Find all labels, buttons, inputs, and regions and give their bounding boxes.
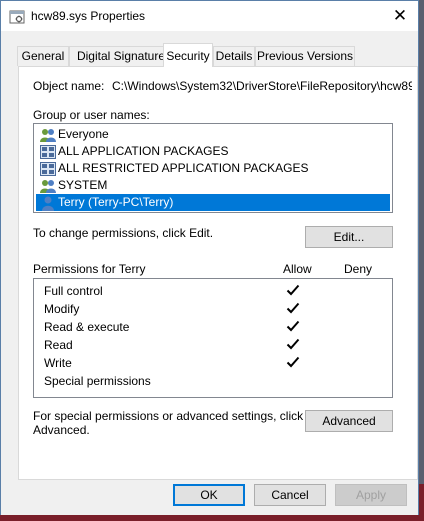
users-icon bbox=[40, 180, 56, 193]
list-item[interactable]: ALL RESTRICTED APPLICATION PACKAGES bbox=[36, 160, 390, 177]
window-title: hcw89.sys Properties bbox=[31, 9, 146, 23]
list-item[interactable]: Everyone bbox=[36, 126, 390, 143]
group-name: SYSTEM bbox=[58, 178, 108, 192]
group-name: Terry (Terry-PC\Terry) bbox=[58, 195, 174, 209]
users-icon bbox=[40, 129, 56, 142]
advanced-info-line1: For special permissions or advanced sett… bbox=[33, 409, 304, 423]
permission-name: Read & execute bbox=[44, 320, 130, 334]
object-name-value: C:\Windows\System32\DriverStore\FileRepo… bbox=[112, 79, 412, 93]
permission-row: Write bbox=[34, 354, 388, 372]
group-name: ALL RESTRICTED APPLICATION PACKAGES bbox=[58, 161, 309, 175]
apply-button[interactable]: Apply bbox=[335, 484, 407, 506]
properties-dialog: hcw89.sys Properties ✕ General Digital S… bbox=[0, 0, 419, 515]
permission-name: Write bbox=[44, 356, 72, 370]
allow-header: Allow bbox=[283, 262, 312, 276]
tab-previous-versions[interactable]: Previous Versions bbox=[255, 46, 355, 66]
list-item-selected[interactable]: Terry (Terry-PC\Terry) bbox=[36, 194, 390, 211]
list-item[interactable]: SYSTEM bbox=[36, 177, 390, 194]
permission-name: Modify bbox=[44, 302, 80, 316]
allow-check-icon bbox=[286, 320, 300, 332]
advanced-button[interactable]: Advanced bbox=[305, 410, 393, 432]
title-bar[interactable]: hcw89.sys Properties ✕ bbox=[1, 1, 418, 31]
permission-row: Modify bbox=[34, 300, 388, 318]
edit-button[interactable]: Edit... bbox=[305, 226, 393, 248]
close-button[interactable]: ✕ bbox=[385, 5, 415, 27]
allow-check-icon bbox=[286, 356, 300, 368]
close-icon: ✕ bbox=[392, 6, 408, 26]
packages-icon bbox=[40, 162, 56, 176]
dialog-button-bar: OK Cancel Apply bbox=[1, 480, 418, 515]
deny-header: Deny bbox=[344, 262, 373, 276]
group-name: Everyone bbox=[58, 127, 109, 141]
allow-check-icon bbox=[286, 302, 300, 314]
permissions-for-label: Permissions for Terry bbox=[33, 262, 146, 276]
permission-name: Full control bbox=[44, 284, 103, 298]
advanced-info-line2: Advanced. bbox=[33, 423, 90, 437]
list-item[interactable]: ALL APPLICATION PACKAGES bbox=[36, 143, 390, 160]
change-permissions-text: To change permissions, click Edit. bbox=[33, 226, 214, 240]
permission-name: Special permissions bbox=[44, 374, 151, 388]
group-name: ALL APPLICATION PACKAGES bbox=[58, 144, 229, 158]
file-icon bbox=[9, 10, 25, 24]
user-icon bbox=[42, 196, 54, 211]
security-panel: Object name: C:\Windows\System32\DriverS… bbox=[18, 66, 418, 480]
tab-general[interactable]: General bbox=[17, 46, 69, 66]
permissions-list[interactable]: Full control Modify Read & execute Read … bbox=[33, 278, 393, 398]
permission-name: Read bbox=[44, 338, 73, 352]
group-list[interactable]: Everyone ALL APPLICATION PACKAGES ALL RE… bbox=[33, 123, 393, 213]
tab-security[interactable]: Security bbox=[163, 43, 213, 67]
packages-icon bbox=[40, 145, 56, 159]
permission-row: Read bbox=[34, 336, 388, 354]
permission-row: Read & execute bbox=[34, 318, 388, 336]
allow-check-icon bbox=[286, 284, 300, 296]
allow-check-icon bbox=[286, 338, 300, 350]
permission-row: Full control bbox=[34, 282, 388, 300]
cancel-button[interactable]: Cancel bbox=[254, 484, 326, 506]
tab-details[interactable]: Details bbox=[213, 46, 255, 66]
ok-button[interactable]: OK bbox=[173, 484, 245, 506]
group-names-label: Group or user names: bbox=[33, 108, 150, 122]
permission-row: Special permissions bbox=[34, 372, 388, 390]
object-name-label: Object name: bbox=[33, 79, 105, 93]
